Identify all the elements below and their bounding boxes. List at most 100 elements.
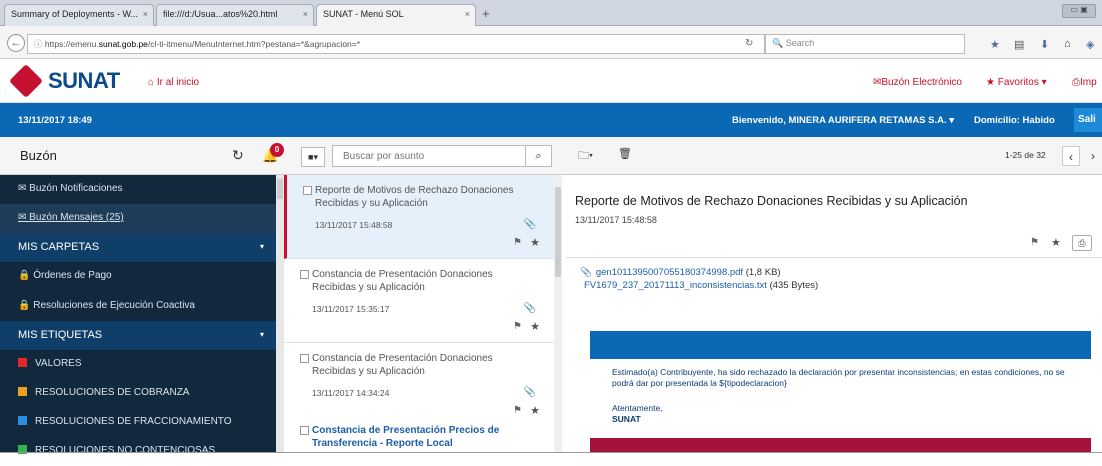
new-tab-icon[interactable]: + xyxy=(482,6,490,21)
download-icon[interactable]: ⬇ xyxy=(1040,38,1049,51)
flag-icon[interactable]: ⚑ xyxy=(513,237,522,248)
welcome-menu[interactable]: Bienvenido, MINERA AURIFERA RETAMAS S.A.… xyxy=(732,115,954,126)
trash-icon[interactable]: 🗑 xyxy=(618,147,632,160)
signature-line: Atentamente, xyxy=(612,403,663,413)
favoritos-menu[interactable]: ★ Favoritos ▾ xyxy=(986,77,1047,88)
back-icon[interactable]: ← xyxy=(7,34,25,52)
select-checkbox[interactable] xyxy=(300,354,309,363)
home-link[interactable]: ⌂ Ir al inicio xyxy=(148,77,199,88)
sunat-logo[interactable]: SUNAT xyxy=(9,64,120,98)
sidebar-scrollbar[interactable] xyxy=(276,175,284,453)
sidebar-section-mis-etiquetas[interactable]: MIS ETIQUETAS ▾ xyxy=(0,321,276,350)
search-icon: 🔍 xyxy=(772,38,786,48)
subject-search-input[interactable] xyxy=(333,146,513,166)
body-text: Estimado(a) Contribuyente, ha sido recha… xyxy=(612,367,1065,388)
close-icon[interactable]: × xyxy=(303,9,308,19)
refresh-icon[interactable]: ↻ xyxy=(232,147,244,164)
subject-search: ⌕ xyxy=(332,145,552,167)
select-checkbox[interactable] xyxy=(300,270,309,279)
tag-color-icon xyxy=(18,358,27,367)
browser-tab[interactable]: Summary of Deployments - W... × xyxy=(4,4,154,26)
select-checkbox[interactable] xyxy=(303,186,312,195)
print-link[interactable]: ⎙Imp xyxy=(1072,77,1097,88)
url-rest: /cl-ti-itmenu/MenuInternet.htm?pestana=*… xyxy=(147,39,361,49)
sidebar-item-label: RESOLUCIONES DE FRACCIONAMIENTO xyxy=(35,416,232,427)
sidebar-tag-resoluciones-fraccionamiento[interactable]: RESOLUCIONES DE FRACCIONAMIENTO xyxy=(0,408,276,437)
sidebar-item-buzon-mensajes[interactable]: ✉ Buzón Mensajes (25) xyxy=(0,204,276,233)
attachment-link[interactable]: FV1679_237_20171113_inconsistencias.txt xyxy=(584,280,767,291)
attachment-row: 📎 gen1011395007055180374998.pdf (1,8 KB) xyxy=(580,266,818,279)
star-icon[interactable]: ★ xyxy=(530,320,540,333)
body-signature: Atentamente, SUNAT xyxy=(612,403,663,425)
search-icon[interactable]: ⌕ xyxy=(525,146,551,166)
message-subject: Constancia de Presentación Donaciones Re… xyxy=(312,269,493,293)
envelope-open-icon: ✉ xyxy=(18,212,30,223)
browser-tab-active[interactable]: SUNAT - Menú SOL × xyxy=(316,4,476,26)
buzon-electronico-link[interactable]: ✉Buzón Electrónico xyxy=(873,77,962,88)
star-icon[interactable]: ★ xyxy=(530,236,540,249)
logo-mark-icon xyxy=(9,64,43,98)
notification-badge: 0 xyxy=(270,143,284,157)
signature-name: SUNAT xyxy=(612,414,641,424)
list-scrollbar[interactable] xyxy=(554,175,562,453)
home-link-label: Ir al inicio xyxy=(156,77,200,88)
printer-icon: ⎙ xyxy=(1072,77,1080,88)
reload-icon[interactable]: ↻ xyxy=(745,38,753,49)
list-item[interactable]: Reporte de Motivos de Rechazo Donaciones… xyxy=(284,175,554,259)
sidebar-item-label: Buzón Mensajes (25) xyxy=(29,212,124,223)
filter-dropdown-button[interactable]: ■▾ xyxy=(301,147,325,167)
star-icon[interactable]: ★ xyxy=(1051,236,1061,249)
browser-search-input[interactable]: 🔍 Search xyxy=(765,34,965,54)
url-field[interactable]: ⓘ https://emenu.sunat.gob.pe/cl-ti-itmen… xyxy=(27,34,765,54)
scrollbar-thumb[interactable] xyxy=(277,179,283,199)
list-item[interactable]: Constancia de Presentación Precios de Tr… xyxy=(284,415,554,453)
chevron-left-icon[interactable]: ‹ xyxy=(1062,146,1080,166)
sidebar-tag-resoluciones-cobranza[interactable]: RESOLUCIONES DE COBRANZA xyxy=(0,379,276,408)
sidebar-item-buzon-notificaciones[interactable]: ✉ Buzón Notificaciones xyxy=(0,175,276,204)
browser-tab-bar: Summary of Deployments - W... × file:///d… xyxy=(0,0,1102,26)
close-icon[interactable]: × xyxy=(143,9,148,19)
close-icon[interactable]: × xyxy=(465,9,470,19)
favoritos-label: Favoritos xyxy=(997,77,1039,88)
url-prefix: https://emenu. xyxy=(44,39,99,49)
pagination-info: 1-25 de 32 xyxy=(1005,150,1046,160)
sidebar-tag-valores[interactable]: VALORES xyxy=(0,350,276,379)
message-subject: Constancia de Presentación Precios de Tr… xyxy=(312,425,500,449)
chevron-down-icon: ▾ xyxy=(259,330,264,339)
move-to-folder-icon[interactable]: 🗀▾ xyxy=(578,147,593,166)
bookmark-star-icon[interactable]: ★ xyxy=(990,38,1000,51)
sidebar-item-resoluciones-coactiva[interactable]: 🔒 Resoluciones de Ejecución Coactiva xyxy=(0,292,276,321)
sidebar: ✉ Buzón Notificaciones ✉ Buzón Mensajes … xyxy=(0,175,276,456)
sidebar-section-mis-carpetas[interactable]: MIS CARPETAS ▾ xyxy=(0,233,276,262)
logo-text: SUNAT xyxy=(48,68,120,93)
buzon-electronico-label: Buzón Electrónico xyxy=(881,77,962,88)
logout-button[interactable]: Sali xyxy=(1074,108,1102,132)
list-item[interactable]: Constancia de Presentación Donaciones Re… xyxy=(284,259,554,343)
shield-icon[interactable]: ◈ xyxy=(1086,38,1094,51)
flag-icon[interactable]: ⚑ xyxy=(513,321,522,332)
clipboard-icon[interactable]: ▤ xyxy=(1014,38,1024,51)
home-icon[interactable]: ⌂ xyxy=(1064,38,1071,50)
scrollbar-thumb[interactable] xyxy=(555,187,561,277)
search-placeholder: Search xyxy=(785,38,815,48)
message-subject: Reporte de Motivos de Rechazo Donaciones… xyxy=(315,185,514,209)
tag-color-icon xyxy=(18,416,27,425)
message-list: Reporte de Motivos de Rechazo Donaciones… xyxy=(284,175,554,453)
flag-icon[interactable]: ⚑ xyxy=(1030,237,1039,248)
chevron-right-icon[interactable]: › xyxy=(1084,146,1102,166)
print-label: Imp xyxy=(1080,77,1097,88)
select-checkbox[interactable] xyxy=(300,426,309,435)
tag-color-icon xyxy=(18,387,27,396)
caret-down-icon: ▾ xyxy=(1038,77,1047,88)
sidebar-item-label: Órdenes de Pago xyxy=(33,270,112,281)
sidebar-item-ordenes-de-pago[interactable]: 🔒 Órdenes de Pago xyxy=(0,262,276,291)
paperclip-icon: 📎 xyxy=(523,387,536,398)
printer-icon[interactable]: ⎙ xyxy=(1072,235,1092,251)
sidebar-item-label: RESOLUCIONES NO CONTENCIOSAS xyxy=(35,445,216,456)
window-controls[interactable]: ▭ ▣ xyxy=(1062,4,1096,18)
attachment-link[interactable]: gen1011395007055180374998.pdf xyxy=(596,267,743,278)
divider xyxy=(566,257,1102,258)
home-icon: ⌂ xyxy=(148,77,157,88)
star-icon: ★ xyxy=(986,77,998,88)
browser-tab[interactable]: file:///d:/Usua...atos%20.html × xyxy=(156,4,314,26)
